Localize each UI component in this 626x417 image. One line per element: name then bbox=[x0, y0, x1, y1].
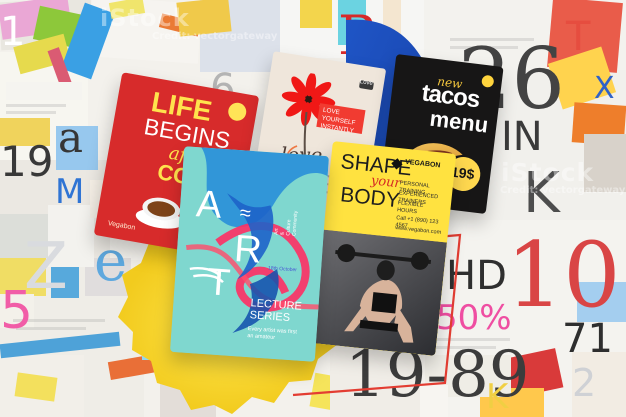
art-letter-a: A bbox=[194, 183, 224, 227]
bg-letter-m: M bbox=[55, 172, 84, 212]
bg-number-1: 1 bbox=[0, 9, 25, 55]
gym-photo bbox=[311, 229, 447, 356]
bg-letter-a: a bbox=[58, 113, 83, 162]
bg-number-10: 10 bbox=[506, 223, 621, 328]
art-wave-icon: ≈ bbox=[239, 202, 252, 225]
coffee-logo-badge bbox=[226, 101, 248, 123]
bg-percent-50: 50% bbox=[436, 298, 512, 338]
gym-headline-3: BODY bbox=[339, 183, 401, 213]
bg-letter-k-top: K bbox=[523, 161, 561, 226]
love-headline: LOVE YOURSELF INSTANTLY bbox=[316, 103, 366, 135]
art-letter-r: R bbox=[232, 227, 264, 272]
art-side-text: Art & Culture Community bbox=[273, 211, 299, 237]
poster-collage-scene: T B 26 X IN K 10 HD 71 19-89 50% 19 a M … bbox=[0, 0, 626, 417]
tacos-logo-badge bbox=[481, 74, 495, 88]
bg-number-5: 5 bbox=[0, 281, 33, 341]
bg-letter-in: IN bbox=[501, 114, 543, 160]
bg-letter-k-bottom: K bbox=[486, 377, 510, 417]
bg-number-2: 2 bbox=[572, 361, 596, 405]
poster-shape-your-body: SHAPE your BODY VEGABON PERSONAL TRAININ… bbox=[311, 141, 457, 356]
bg-letter-t: T bbox=[565, 14, 591, 60]
art-letter-t: T bbox=[205, 261, 232, 305]
bg-number-19-left: 19 bbox=[0, 137, 53, 186]
poster-art-lecture-series: A R T ≈ Art & Culture Community 18th Oct… bbox=[169, 146, 330, 362]
bg-letter-x: X bbox=[594, 71, 615, 106]
art-subtitle: LECTURE SERIES bbox=[249, 297, 303, 324]
bg-number-71: 71 bbox=[562, 316, 613, 362]
